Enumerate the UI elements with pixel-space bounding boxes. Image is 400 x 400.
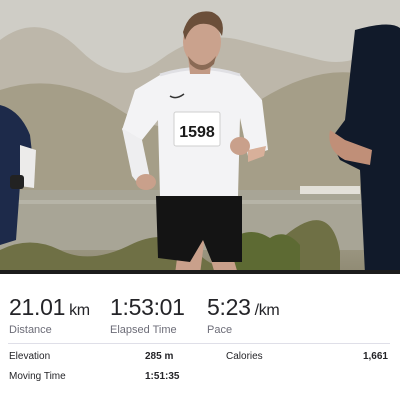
activity-stats: 21.01 km Distance 1:53:01 Elapsed Time 5:… [0,274,400,400]
moving-time-label: Moving Time [9,371,66,382]
moving-time-value: 1:51:35 [145,371,180,382]
pace-unit: /km [254,302,280,319]
calories-label: Calories [226,351,263,362]
running-photo-icon: 1598 [0,0,400,274]
pace-stat: 5:23/km Pace [207,294,280,336]
activity-photo[interactable]: 1598 [0,0,400,274]
distance-unit: km [69,302,90,319]
distance-stat: 21.01 km Distance [9,294,90,336]
pace-label: Pace [207,324,233,336]
distance-label: Distance [9,324,52,336]
distance-value: 21.01 km [9,294,90,320]
elevation-label: Elevation [9,351,51,362]
calories-value: 1,661 [362,351,388,362]
stats-divider [8,343,390,344]
elapsed-time-stat: 1:53:01 Elapsed Time [110,294,185,336]
svg-text:1598: 1598 [179,124,215,141]
elapsed-time-value: 1:53:01 [110,294,185,320]
elapsed-time-label: Elapsed Time [110,324,177,336]
pace-value: 5:23/km [207,294,280,320]
elevation-value: 285 m [145,351,174,362]
